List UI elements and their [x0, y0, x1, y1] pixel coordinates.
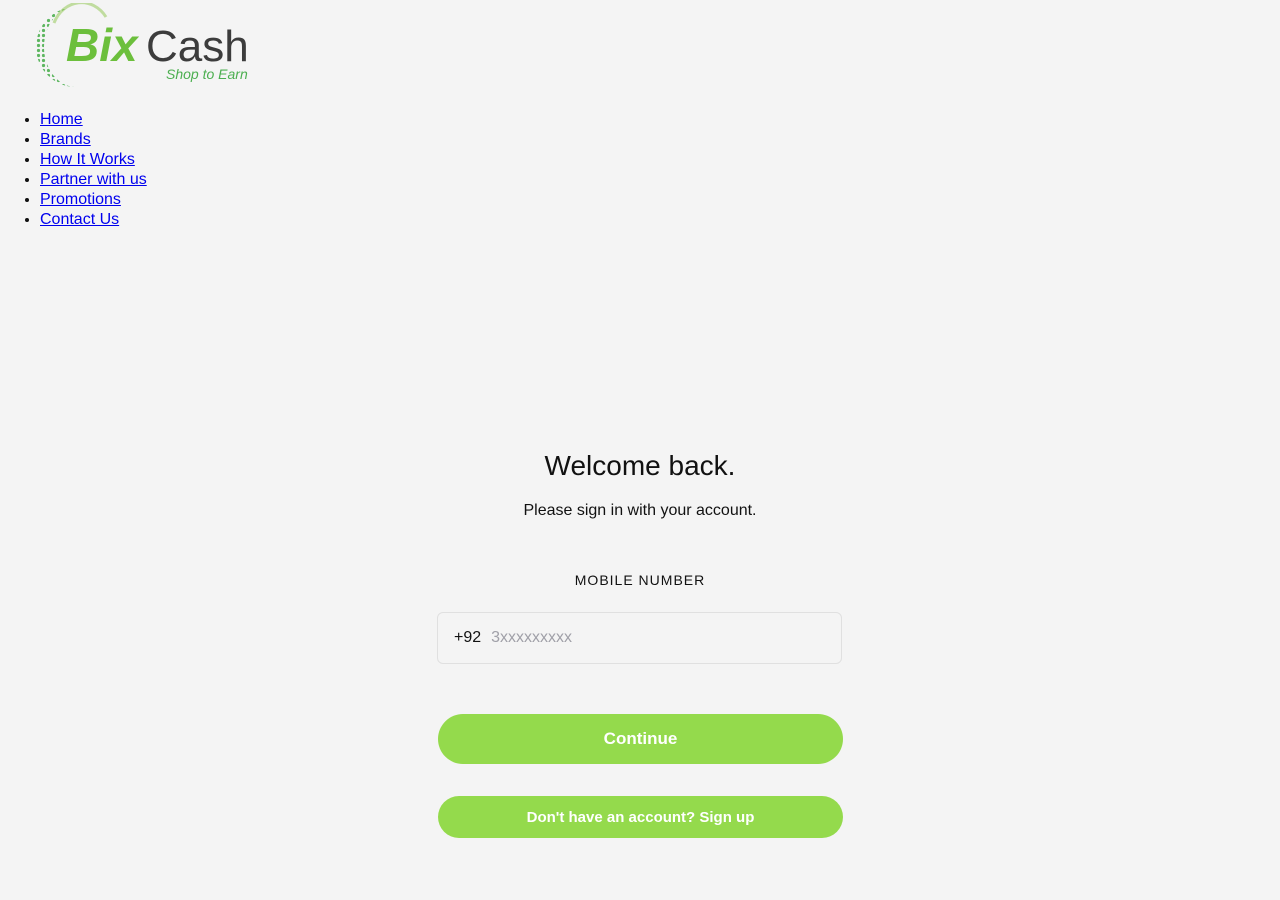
- nav-link-home[interactable]: Home: [40, 111, 83, 128]
- nav-link-partner[interactable]: Partner with us: [40, 171, 147, 188]
- mobile-number-label: MOBILE NUMBER: [574, 572, 706, 588]
- main-nav: Home Brands How It Works Partner with us…: [0, 110, 147, 230]
- country-code-prefix: +92: [454, 629, 482, 646]
- logo-text-bix: Bix: [66, 19, 140, 71]
- nav-item-home: Home: [40, 110, 147, 130]
- logo-globe-icon: Bix Cash Shop to Earn: [36, 3, 249, 87]
- nav-item-how-it-works: How It Works: [40, 150, 147, 170]
- nav-link-brands[interactable]: Brands: [40, 131, 91, 148]
- mobile-number-field[interactable]: +92: [437, 612, 842, 664]
- logo-text-cash: Cash: [146, 22, 249, 71]
- nav-item-contact: Contact Us: [40, 210, 147, 230]
- bixcash-logo[interactable]: Bix Cash Shop to Earn: [36, 3, 266, 89]
- nav-item-promotions: Promotions: [40, 190, 147, 210]
- mobile-number-input[interactable]: [491, 629, 812, 647]
- nav-link-how-it-works[interactable]: How It Works: [40, 151, 135, 168]
- logo-tagline: Shop to Earn: [166, 66, 248, 82]
- continue-button[interactable]: Continue: [438, 714, 843, 764]
- nav-link-promotions[interactable]: Promotions: [40, 191, 121, 208]
- page-title: Welcome back.: [544, 450, 736, 481]
- signup-button[interactable]: Don't have an account? Sign up: [438, 796, 843, 838]
- nav-link-contact[interactable]: Contact Us: [40, 211, 119, 228]
- nav-item-partner: Partner with us: [40, 170, 147, 190]
- nav-item-brands: Brands: [40, 130, 147, 150]
- page-subtitle: Please sign in with your account.: [523, 502, 757, 519]
